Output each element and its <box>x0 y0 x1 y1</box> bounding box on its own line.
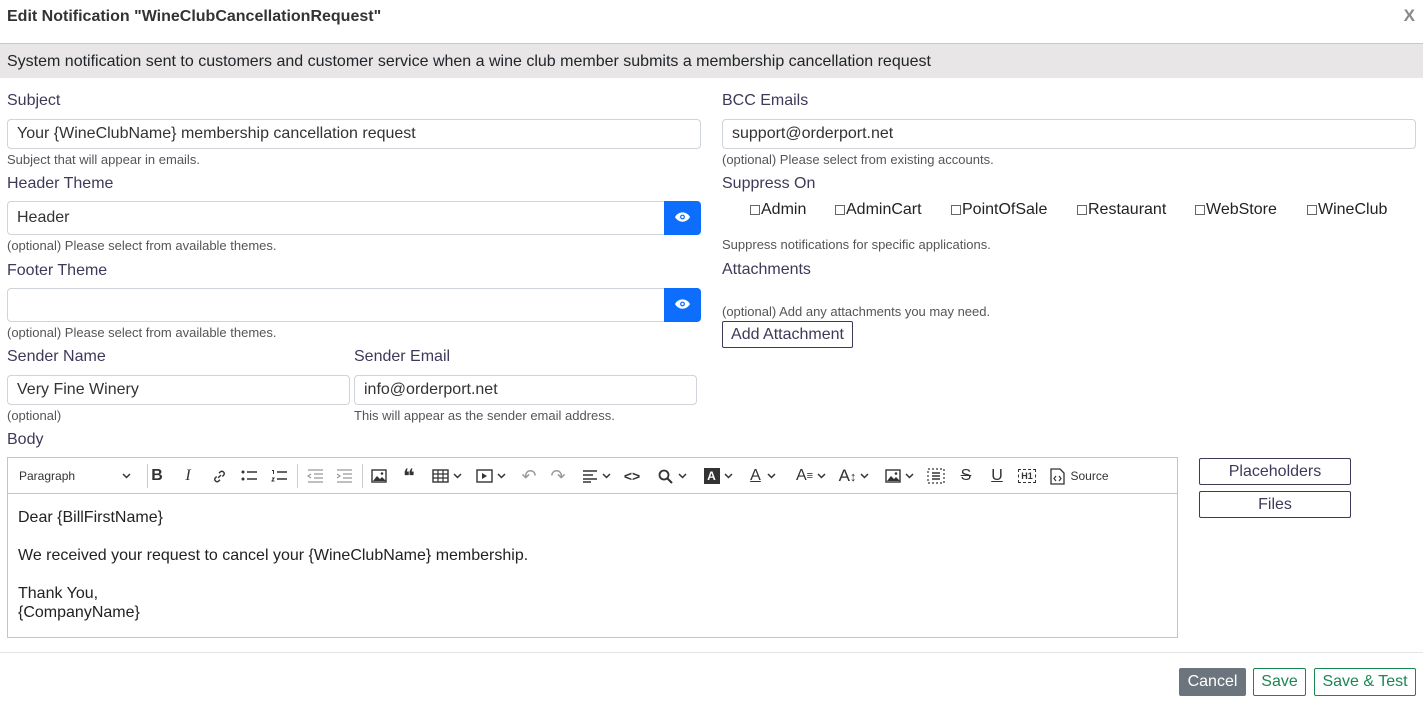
toolbar-separator <box>147 464 148 488</box>
footer-divider <box>0 652 1423 653</box>
toolbar-separator <box>297 464 298 488</box>
sender-name-label: Sender Name <box>7 348 106 365</box>
sender-name-input[interactable]: Very Fine Winery <box>7 375 350 405</box>
header-theme-select[interactable]: Header <box>7 201 665 235</box>
outdent-icon[interactable] <box>306 466 324 486</box>
format-select-label: Paragraph <box>19 469 76 483</box>
undo-icon[interactable]: ↶ <box>520 466 538 486</box>
checkbox-label: PointOfSale <box>962 201 1048 218</box>
suppress-hint: Suppress notifications for specific appl… <box>722 237 991 252</box>
source-label: Source <box>1070 469 1109 483</box>
numbered-list-icon[interactable] <box>270 466 288 486</box>
checkbox-label: Restaurant <box>1088 201 1167 218</box>
bold-icon[interactable]: B <box>149 466 165 486</box>
files-button[interactable]: Files <box>1199 491 1351 518</box>
text-align-icon[interactable] <box>579 466 613 486</box>
rich-text-editor[interactable]: Paragraph B I ❝ ↶ ↷ <> A A A ≡ A ↕ S U H… <box>7 457 1178 638</box>
header-theme-hint: (optional) Please select from available … <box>7 238 277 253</box>
link-icon[interactable] <box>210 466 228 486</box>
suppress-wineclub-checkbox[interactable]: WineClub <box>1307 201 1387 219</box>
cancel-button[interactable]: Cancel <box>1179 668 1246 696</box>
eye-icon <box>675 209 690 227</box>
checkbox-box[interactable] <box>835 205 845 215</box>
footer-theme-hint: (optional) Please select from available … <box>7 325 277 340</box>
body-label: Body <box>7 431 44 448</box>
bulleted-list-icon[interactable] <box>240 466 258 486</box>
chevron-down-icon <box>122 473 131 479</box>
attachments-label: Attachments <box>722 261 811 278</box>
italic-icon[interactable]: I <box>180 466 196 486</box>
body-line-company: {CompanyName} <box>18 604 140 621</box>
subject-input[interactable]: Your {WineClubName} membership cancellat… <box>7 119 701 149</box>
code-icon[interactable]: <> <box>623 466 641 486</box>
checkbox-label: WineClub <box>1318 201 1388 218</box>
suppress-admin-checkbox[interactable]: Admin <box>750 201 806 219</box>
attachments-hint: (optional) Add any attachments you may n… <box>722 304 991 319</box>
editor-toolbar: Paragraph B I ❝ ↶ ↷ <> A A A ≡ A ↕ S U H… <box>8 458 1177 494</box>
checkbox-box[interactable] <box>750 205 760 215</box>
add-attachment-button[interactable]: Add Attachment <box>722 321 853 348</box>
body-line-greeting: Dear {BillFirstName} <box>18 509 163 526</box>
body-line-message: We received your request to cancel your … <box>18 547 529 564</box>
source-editing-button[interactable]: Source <box>1048 466 1110 486</box>
strikethrough-icon[interactable]: S <box>957 466 975 486</box>
header-theme-label: Header Theme <box>7 175 114 192</box>
font-background-color-icon[interactable]: A <box>700 466 736 486</box>
sender-email-label: Sender Email <box>354 348 451 365</box>
toolbar-separator <box>362 464 363 488</box>
editor-content[interactable]: Dear {BillFirstName} We received your re… <box>18 508 528 622</box>
save-and-test-button[interactable]: Save & Test <box>1314 668 1416 696</box>
insert-table-icon[interactable] <box>430 466 464 486</box>
placeholders-button[interactable]: Placeholders <box>1199 458 1351 485</box>
suppress-on-label: Suppress On <box>722 175 816 192</box>
eye-icon <box>675 296 690 314</box>
suppress-webstore-checkbox[interactable]: WebStore <box>1195 201 1277 219</box>
footer-theme-label: Footer Theme <box>7 262 108 279</box>
checkbox-label: Admin <box>761 201 807 218</box>
font-family-icon[interactable]: A ≡ <box>794 466 828 486</box>
checkbox-label: WebStore <box>1206 201 1277 218</box>
checkbox-box[interactable] <box>951 205 961 215</box>
select-all-icon[interactable] <box>926 466 946 486</box>
footer-theme-select[interactable] <box>7 288 665 322</box>
paragraph-format-select[interactable]: Paragraph <box>19 466 131 486</box>
notification-description: System notification sent to customers an… <box>7 53 931 70</box>
save-button[interactable]: Save <box>1253 668 1306 696</box>
dialog-title: Edit Notification "WineClubCancellationR… <box>7 8 382 25</box>
checkbox-box[interactable] <box>1077 205 1087 215</box>
suppress-restaurant-checkbox[interactable]: Restaurant <box>1077 201 1166 219</box>
underline-icon[interactable]: U <box>988 466 1006 486</box>
sender-email-input[interactable]: info@orderport.net <box>354 375 697 405</box>
font-size-icon[interactable]: A ↕ <box>836 466 872 486</box>
sender-name-hint: (optional) <box>7 408 62 423</box>
header-theme-preview-button[interactable] <box>664 201 701 235</box>
checkbox-label: AdminCart <box>846 201 922 218</box>
checkbox-box[interactable] <box>1307 205 1317 215</box>
image-icon[interactable] <box>370 466 388 486</box>
close-button[interactable]: X <box>1404 6 1415 26</box>
checkbox-box[interactable] <box>1195 205 1205 215</box>
suppress-admincart-checkbox[interactable]: AdminCart <box>835 201 922 219</box>
footer-theme-preview-button[interactable] <box>664 288 701 322</box>
redo-icon[interactable]: ↷ <box>549 466 567 486</box>
bcc-input[interactable]: support@orderport.net <box>722 119 1416 149</box>
media-embed-icon[interactable] <box>474 466 508 486</box>
body-line-signoff: Thank You, <box>18 585 99 602</box>
heading-icon[interactable]: H1 <box>1017 466 1037 486</box>
sender-email-hint: This will appear as the sender email add… <box>354 408 615 423</box>
blockquote-icon[interactable]: ❝ <box>400 466 418 488</box>
indent-icon[interactable] <box>335 466 353 486</box>
find-replace-icon[interactable] <box>654 466 690 486</box>
subject-label: Subject <box>7 92 61 109</box>
bcc-hint: (optional) Please select from existing a… <box>722 152 994 167</box>
font-color-icon[interactable]: A <box>745 466 781 486</box>
suppress-pointofsale-checkbox[interactable]: PointOfSale <box>951 201 1047 219</box>
insert-image-icon[interactable] <box>881 466 917 486</box>
bcc-label: BCC Emails <box>722 92 809 109</box>
subject-hint: Subject that will appear in emails. <box>7 152 200 167</box>
